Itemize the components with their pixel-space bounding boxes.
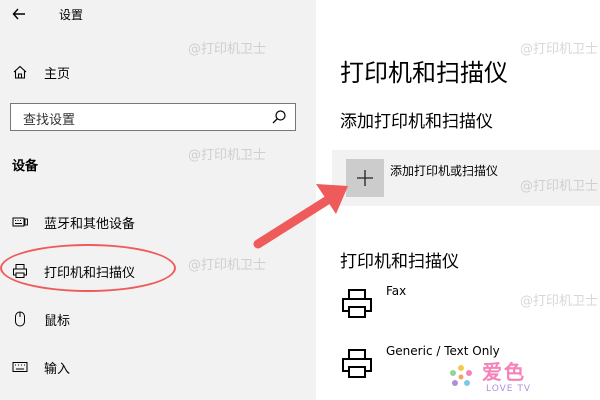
page-title: 打印机和扫描仪 <box>340 59 508 87</box>
sidebar-item-label: 打印机和扫描仪 <box>44 266 136 281</box>
add-printer-label: 添加打印机或扫描仪 <box>390 164 499 178</box>
printer-name: Fax <box>386 284 407 298</box>
add-button-tile <box>346 159 384 197</box>
add-printer-button[interactable]: 添加打印机或扫描仪 <box>332 150 600 206</box>
sidebar-item-label: 主页 <box>44 67 71 82</box>
keyboard-icon <box>12 217 28 227</box>
sidebar-item-mouse[interactable]: 鼠标 <box>0 302 316 336</box>
sidebar-item-input[interactable]: 输入 <box>0 350 316 384</box>
printer-icon <box>342 349 372 378</box>
sidebar-item-label: 蓝牙和其他设备 <box>44 217 136 232</box>
sidebar-item-label: 鼠标 <box>44 314 71 329</box>
printer-icon <box>342 289 372 318</box>
flower-icon <box>450 365 472 386</box>
list-item-printer[interactable]: Fax <box>336 282 596 332</box>
search-placeholder: 查找设置 <box>23 113 76 128</box>
plus-icon <box>357 170 373 186</box>
sidebar-item-bluetooth[interactable]: 蓝牙和其他设备 <box>0 205 316 239</box>
back-arrow-icon[interactable] <box>10 4 30 24</box>
sidebar-item-printers[interactable]: 打印机和扫描仪 <box>0 254 316 288</box>
title-bar: 设置 <box>0 0 316 30</box>
sidebar: 设置 主页 查找设置 设备 蓝牙和其他设备 打印机和扫描仪 鼠标 输入 <box>0 0 316 400</box>
main-panel: 打印机和扫描仪 添加打印机和扫描仪 添加打印机或扫描仪 打印机和扫描仪 Fax … <box>316 0 600 400</box>
logo-text: 爱色 <box>482 360 526 384</box>
printer-icon <box>13 264 27 278</box>
mouse-icon <box>15 311 25 327</box>
home-icon <box>13 65 27 79</box>
keyboard-icon <box>12 362 28 372</box>
logo-subtext: LOVE TV <box>486 384 531 394</box>
window-title: 设置 <box>59 8 84 22</box>
sidebar-item-label: 输入 <box>44 362 71 377</box>
add-section-title: 添加打印机和扫描仪 <box>340 112 493 132</box>
brand-logo: 爱色 LOVE TV <box>440 354 600 400</box>
sidebar-item-home[interactable]: 主页 <box>0 55 316 89</box>
search-input[interactable]: 查找设置 <box>10 103 296 131</box>
search-icon[interactable] <box>271 109 287 125</box>
section-label-devices: 设备 <box>12 159 39 174</box>
printer-list-title: 打印机和扫描仪 <box>340 252 459 272</box>
